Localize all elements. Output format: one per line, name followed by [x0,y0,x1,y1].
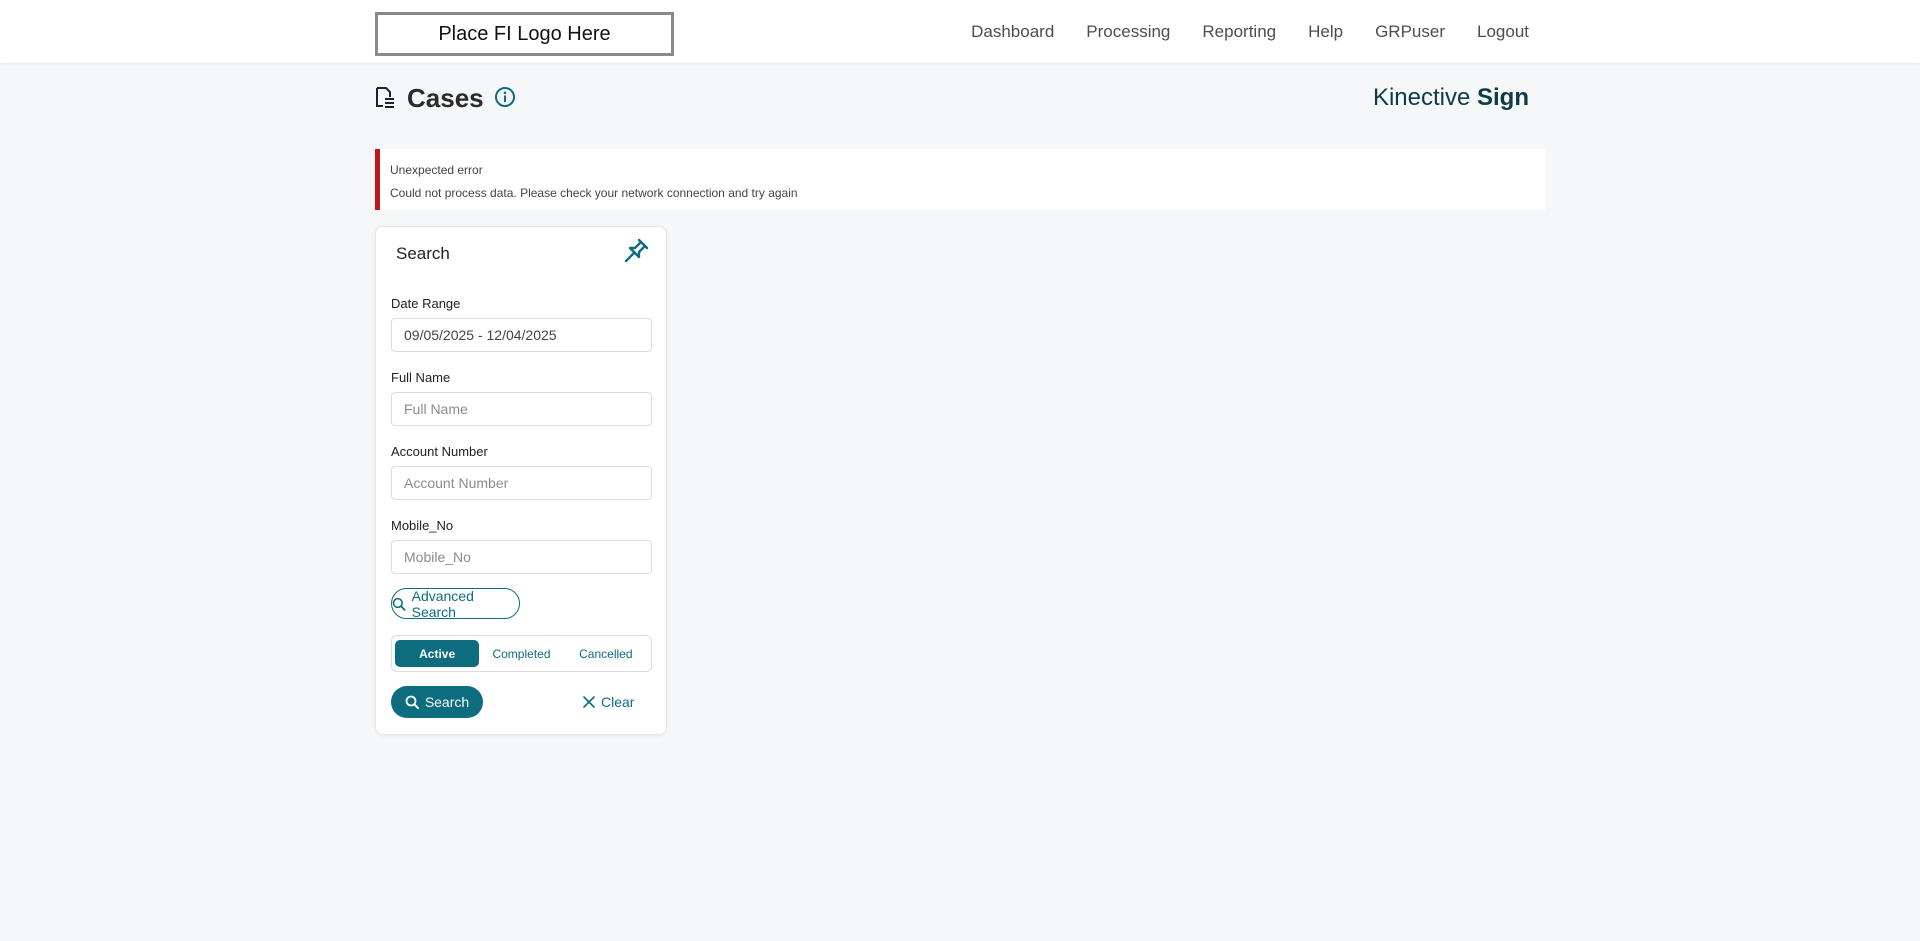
date-range-label: Date Range [391,296,461,311]
tab-completed[interactable]: Completed [479,640,563,667]
mobile-no-label: Mobile_No [391,518,454,533]
info-icon[interactable] [494,86,516,108]
brand-light: Kinective [1372,84,1477,111]
search-panel: Search Date Range Full Name Account Numb… [375,226,667,735]
page-title: Cases [407,82,484,113]
error-title: Unexpected error [390,163,483,177]
error-message: Could not process data. Please check you… [390,186,798,200]
error-banner: Unexpected error Could not process data.… [375,149,1545,210]
account-number-input[interactable] [391,466,652,500]
mobile-no-input[interactable] [391,540,652,574]
nav-processing[interactable]: Processing [1086,22,1170,42]
date-range-input[interactable] [391,318,652,352]
search-icon [392,597,406,611]
nav-dashboard[interactable]: Dashboard [971,22,1054,42]
search-button[interactable]: Search [391,686,483,718]
clear-button-label: Clear [601,694,635,710]
fi-logo-placeholder[interactable]: Place FI Logo Here [375,12,674,56]
brand-bold: Sign [1477,84,1529,111]
top-navigation-bar: Place FI Logo Here Dashboard Processing … [0,0,1920,63]
page-title-row: Cases [375,82,516,114]
search-button-label: Search [424,694,470,710]
full-name-label: Full Name [391,370,451,385]
full-name-input[interactable] [391,392,652,426]
nav-help[interactable]: Help [1308,22,1343,42]
nav-user[interactable]: GRPuser [1375,22,1445,42]
status-filter-tabs: Active Completed Cancelled [391,635,652,672]
advanced-search-button[interactable]: Advanced Search [391,587,520,620]
tab-cancelled[interactable]: Cancelled [564,640,648,667]
nav-logout[interactable]: Logout [1477,22,1529,42]
nav-reporting[interactable]: Reporting [1202,22,1276,42]
account-number-label: Account Number [391,444,488,459]
pin-icon[interactable] [622,237,650,265]
clear-button[interactable]: Clear [583,686,634,718]
search-panel-title: Search [396,244,450,263]
advanced-search-label: Advanced Search [411,587,474,620]
document-list-icon [376,87,394,108]
close-icon [583,696,595,708]
main-nav: Dashboard Processing Reporting Help GRPu… [939,0,1529,63]
kinective-sign-brand: Kinective Sign [1373,84,1529,112]
tab-active[interactable]: Active [395,640,480,667]
search-icon [405,695,419,709]
